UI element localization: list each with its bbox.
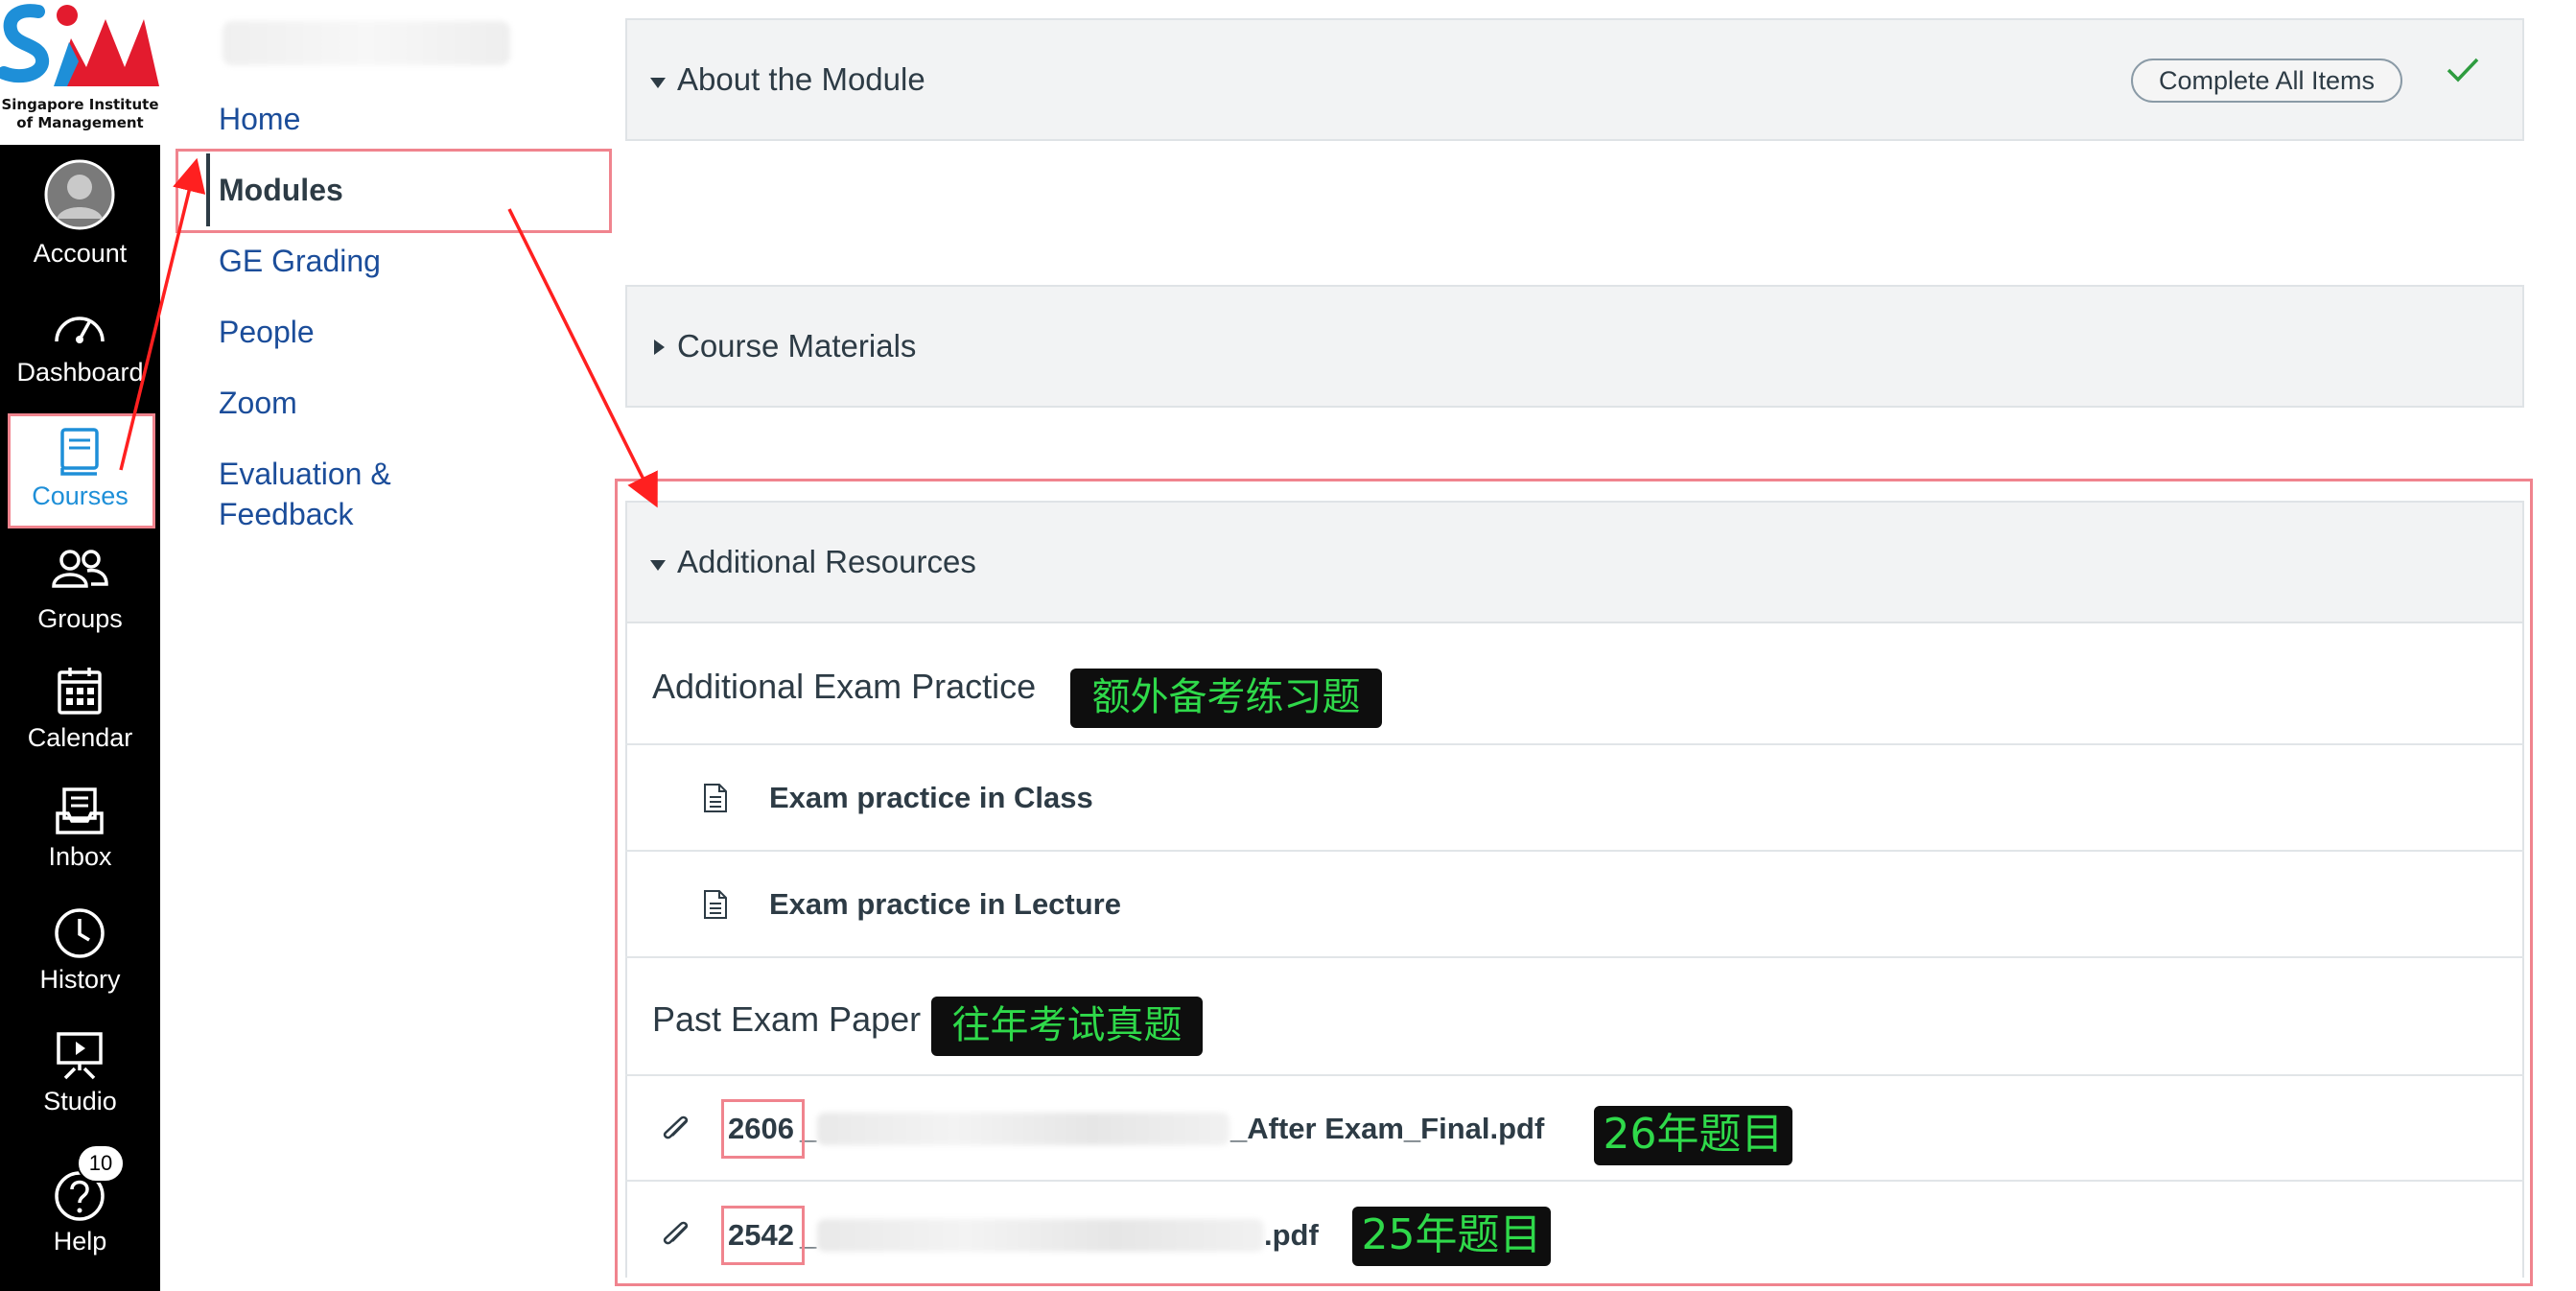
nav-calendar-label: Calendar [27,723,133,752]
course-nav-zoom[interactable]: Zoom [219,383,297,423]
nav-studio-label: Studio [43,1087,117,1115]
nav-help-label: Help [53,1227,107,1256]
course-nav-modules[interactable]: Modules [219,170,343,210]
nav-history-label: History [39,965,121,994]
modules-active-indicator [206,153,210,226]
nav-history[interactable]: History [0,904,160,1014]
module-materials-header[interactable]: Course Materials [625,285,2524,408]
course-nav-home[interactable]: Home [219,99,300,139]
nav-calendar[interactable]: Calendar [0,662,160,772]
module-materials-title: Course Materials [677,328,917,364]
nav-account-label: Account [33,239,128,268]
checkmark-icon [2447,58,2479,82]
nav-groups[interactable]: Groups [0,542,160,652]
nav-inbox[interactable]: Inbox [0,782,160,892]
course-nav-evaluation-line1: Evaluation & [219,457,391,491]
logo-line-1: Singapore Institute [1,96,159,113]
inbox-icon [56,787,104,834]
course-nav-people[interactable]: People [219,312,315,352]
nav-groups-label: Groups [37,604,123,633]
logo-line-2: of Management [16,114,144,131]
global-navigation: Singapore Institute of Management Accoun… [0,0,160,1291]
book-icon [60,428,99,476]
avatar-icon [44,159,115,230]
calendar-icon [58,668,102,715]
caret-right-icon [654,340,665,355]
course-nav-evaluation-line2: Feedback [219,497,354,531]
course-title-redacted [222,21,510,65]
sim-logo-mark [0,4,159,86]
nav-studio[interactable]: Studio [0,1026,160,1137]
clock-icon [55,908,105,958]
module-about-title: About the Module [677,61,925,97]
nav-courses-label: Courses [32,481,129,510]
nav-inbox-label: Inbox [48,842,112,871]
nav-account[interactable]: Account [0,153,160,269]
sim-logo[interactable]: Singapore Institute of Management [0,0,160,145]
caret-down-icon [650,78,666,88]
help-badge: 10 [77,1144,125,1183]
resources-annotation-box [615,479,2533,1286]
complete-all-items-button[interactable]: Complete All Items [2131,59,2402,103]
nav-dashboard[interactable]: Dashboard [0,288,160,398]
module-about-header[interactable]: About the Module Complete All Items [625,18,2524,141]
studio-icon [57,1032,103,1080]
course-nav-ge-grading[interactable]: GE Grading [219,241,381,281]
dashboard-gauge-icon [55,317,105,343]
nav-dashboard-label: Dashboard [16,358,144,387]
nav-courses[interactable]: Courses [0,413,160,528]
groups-icon [52,550,108,588]
course-nav-evaluation[interactable]: Evaluation & Feedback [219,454,391,534]
